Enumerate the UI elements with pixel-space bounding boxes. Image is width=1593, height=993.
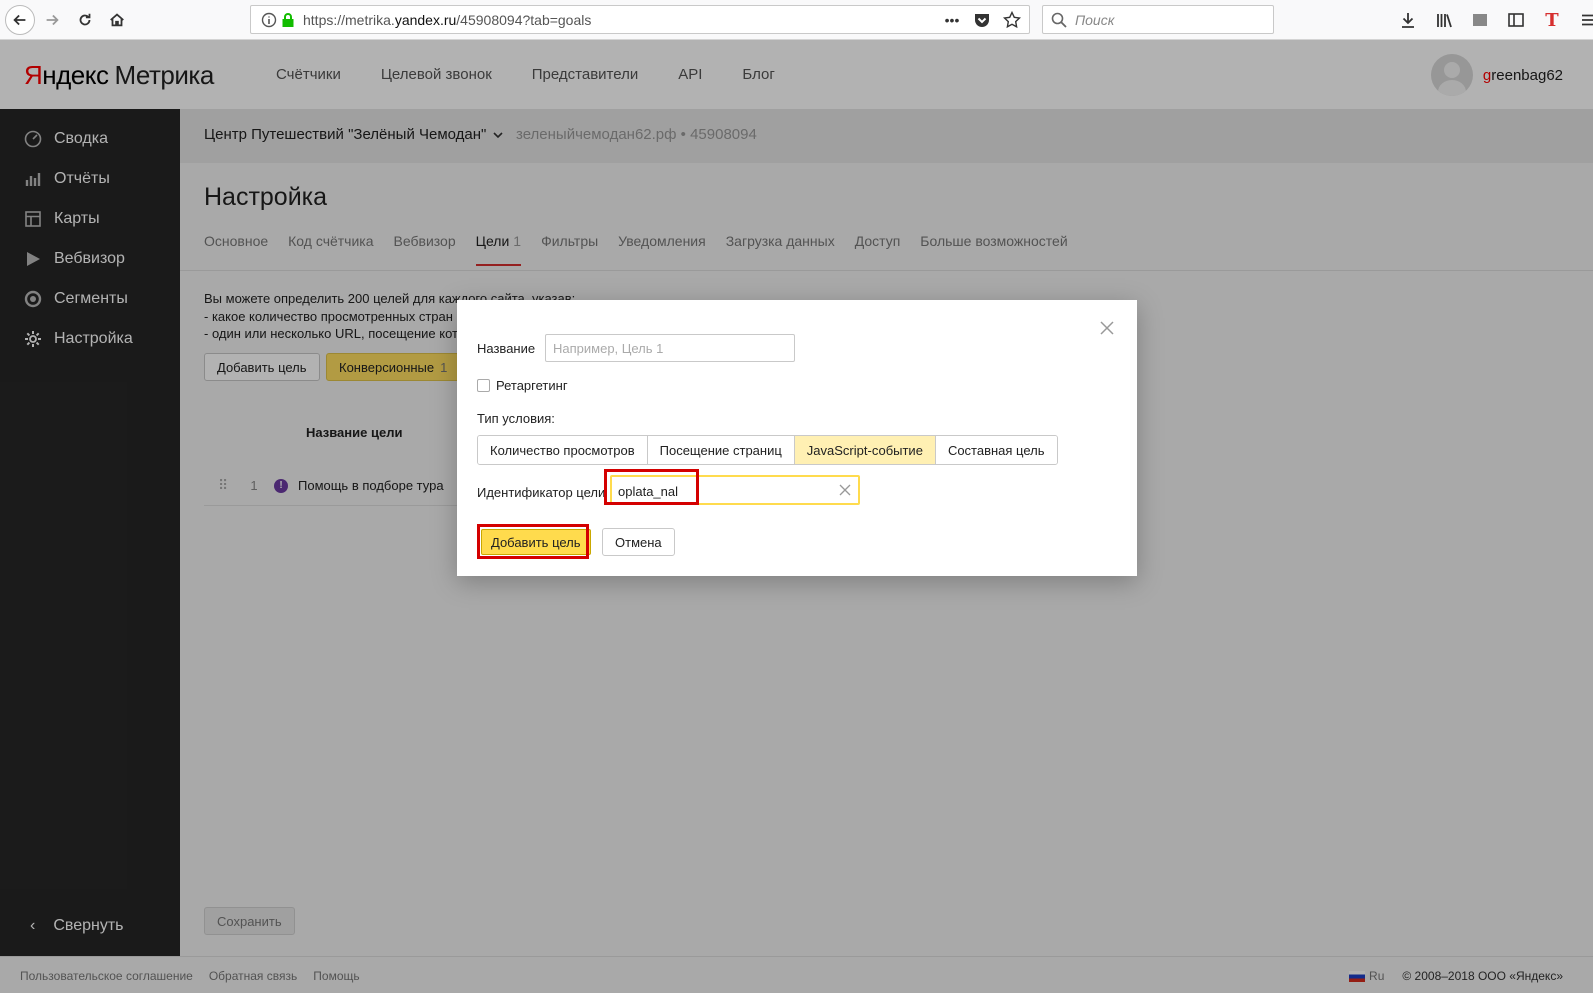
download-icon[interactable] — [1396, 8, 1420, 32]
back-button[interactable] — [5, 5, 35, 35]
home-button[interactable] — [103, 6, 131, 34]
library-icon[interactable] — [1432, 8, 1456, 32]
search-icon — [1051, 12, 1067, 28]
goal-name-label: Название — [477, 341, 536, 356]
condition-pageviews-button[interactable]: Количество просмотров — [478, 436, 647, 464]
condition-type-selector: Количество просмотров Посещение страниц … — [477, 435, 1058, 465]
info-icon[interactable] — [261, 12, 277, 28]
condition-composite-button[interactable]: Составная цель — [934, 436, 1057, 464]
add-button-highlight-frame — [477, 524, 589, 559]
home-icon — [110, 13, 124, 27]
reload-button[interactable] — [71, 6, 99, 34]
translate-extension-icon[interactable]: T — [1540, 8, 1564, 32]
reload-icon — [79, 13, 91, 26]
page-actions-icon[interactable]: ••• — [943, 11, 961, 29]
condition-page-visit-button[interactable]: Посещение страниц — [646, 436, 794, 464]
pocket-icon[interactable] — [973, 11, 991, 29]
goal-id-label: Идентификатор цели — [477, 485, 606, 500]
url-text: https://metrika.yandex.ru/45908094?tab=g… — [303, 11, 592, 28]
goal-id-highlight-frame — [604, 469, 699, 505]
browser-toolbar: https://metrika.yandex.ru/45908094?tab=g… — [0, 0, 1593, 40]
condition-type-label: Тип условия: — [477, 411, 555, 426]
arrow-right-icon — [46, 14, 59, 26]
bookmark-star-icon[interactable] — [1003, 11, 1021, 29]
cancel-button[interactable]: Отмена — [602, 528, 675, 556]
forward-button[interactable] — [38, 6, 66, 34]
condition-js-event-button[interactable]: JavaScript-событие — [793, 436, 935, 464]
lock-icon — [282, 12, 294, 27]
menu-icon[interactable] — [1576, 8, 1593, 32]
retargeting-checkbox[interactable]: Ретаргетинг — [477, 378, 568, 393]
search-placeholder: Поиск — [1075, 11, 1115, 28]
goal-name-input[interactable] — [545, 334, 795, 362]
close-icon[interactable] — [1099, 320, 1115, 336]
screenshot-icon[interactable] — [1468, 8, 1492, 32]
clear-icon[interactable] — [838, 483, 852, 497]
browser-search-input[interactable]: Поиск — [1042, 5, 1274, 34]
arrow-left-icon — [13, 14, 26, 26]
sidebar-toggle-icon[interactable] — [1504, 8, 1528, 32]
add-goal-dialog: Название Ретаргетинг Тип условия: Количе… — [457, 300, 1137, 576]
address-bar[interactable]: https://metrika.yandex.ru/45908094?tab=g… — [250, 5, 1030, 34]
checkbox-box[interactable] — [477, 379, 490, 392]
